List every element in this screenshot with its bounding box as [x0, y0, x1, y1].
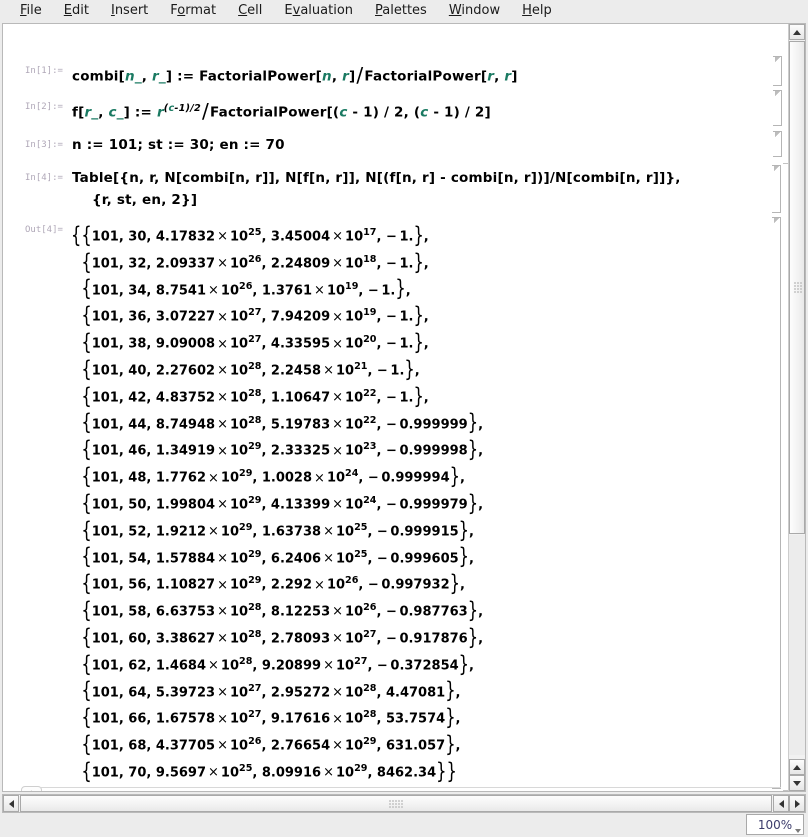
cell-bracket-in-2[interactable] — [773, 90, 782, 126]
scrollbar-grip-icon — [794, 281, 802, 294]
cell-bracket-in-4[interactable] — [772, 165, 781, 213]
cell-label-out-4: Out[4]= — [25, 225, 63, 235]
cell-in-3[interactable]: In[3]:= n := 101; st := 30; en := 70 — [3, 134, 789, 160]
menu-item-palettes[interactable]: Palettes — [364, 0, 438, 22]
output-row: {{101, 46, 1.34919×1029, 2.33325×1023, −… — [81, 436, 484, 463]
output-list: {{101, 30, 4.17832 × 1025, 3.45004 × 1017, −… — [71, 220, 484, 784]
output-row: {{101, 54, 1.57884×1029, 6.2406×1025, − … — [81, 543, 474, 570]
scroll-right-button[interactable] — [789, 795, 805, 812]
output-row: {{101, 30, 4.17832 × 1025, 3.45004 × 1017, −… — [71, 222, 429, 248]
vertical-scrollbar[interactable] — [788, 24, 805, 791]
output-row: {{101, 56, 1.10827×1029, 2.292×1026, − 0… — [81, 570, 465, 597]
output-row: {{101, 70, 9.5697×1025, 8.09916×1029, 84… — [81, 758, 457, 784]
menu-item-cell[interactable]: Cell — [227, 0, 273, 22]
chevron-down-icon[interactable] — [795, 829, 801, 833]
cell-label-in-2: In[2]:= — [25, 102, 63, 112]
cell-bracket-in-1[interactable] — [773, 56, 782, 86]
menu-item-edit[interactable]: Edit — [53, 0, 100, 22]
zoom-level-control[interactable]: 100% — [746, 814, 804, 835]
zoom-level-label: 100% — [757, 817, 793, 832]
output-row: {{101, 64, 5.39723×1027, 2.95272×1028, 4… — [81, 677, 461, 704]
triangle-up-icon — [793, 29, 801, 35]
cell-bracket-in-3[interactable] — [773, 131, 782, 157]
cell-out-4[interactable]: Out[4]= {{101, 30, 4.17832 × 1025, 3.45004… — [3, 220, 789, 790]
notebook-window: In[1]:= combi[n_, r_] := FactorialPower[… — [2, 23, 806, 792]
horizontal-scrollbar[interactable] — [2, 794, 806, 813]
vertical-scrollbar-thumb[interactable] — [789, 41, 805, 534]
cell-bracket-out-4[interactable] — [772, 217, 781, 789]
triangle-right-icon — [794, 799, 800, 808]
horizontal-scrollbar-thumb[interactable] — [20, 795, 772, 812]
output-row: {{101, 58, 6.63753×1028, 8.12253×1026, −… — [81, 597, 484, 623]
output-row: {{101, 36, 3.07227×1027, 7.94209×1019, −… — [81, 302, 429, 329]
output-row: {{101, 32, 2.09337×1026, 2.24809×1018, −… — [81, 248, 429, 275]
output-row: {{101, 38, 9.09008×1027, 4.33595×1020, −… — [81, 329, 429, 356]
scroll-left-button-right[interactable] — [773, 795, 789, 812]
horizontal-scrollbar-grip-icon — [389, 800, 403, 809]
output-row: {{101, 50, 1.99804×1029, 4.13399×1024, −… — [81, 490, 484, 516]
output-row: {{101, 60, 3.38627×1028, 2.78093×1027, −… — [81, 624, 484, 650]
cell-label-in-1: In[1]:= — [25, 66, 63, 76]
scroll-left-button[interactable] — [3, 795, 19, 812]
menu-item-format[interactable]: Format — [159, 0, 227, 22]
triangle-down-icon — [793, 780, 801, 786]
notebook-canvas[interactable]: In[1]:= combi[n_, r_] := FactorialPower[… — [3, 24, 789, 791]
triangle-left-icon — [8, 799, 14, 808]
output-row: {{101, 66, 1.67578×1027, 9.17616×1028, 5… — [81, 704, 461, 731]
scroll-up-button[interactable] — [789, 24, 805, 40]
menu-item-help[interactable]: Help — [511, 0, 563, 22]
menu-item-file[interactable]: File — [9, 0, 53, 22]
menu-item-evaluation[interactable]: Evaluation — [273, 0, 364, 22]
cell-content-in-1[interactable]: combi[n_, r_] := FactorialPower[n, r]/Fa… — [72, 63, 518, 87]
cell-content-in-4-line2[interactable]: {r, st, en, 2}] — [92, 192, 197, 208]
add-cell-icon[interactable]: + — [21, 786, 42, 791]
menu-item-insert[interactable]: Insert — [100, 0, 159, 22]
output-row: {{101, 62, 1.4684×1028, 9.20899×1027, − … — [81, 650, 474, 677]
cell-label-in-3: In[3]:= — [25, 140, 63, 150]
cell-in-1[interactable]: In[1]:= combi[n_, r_] := FactorialPower[… — [3, 60, 789, 88]
cell-in-2[interactable]: In[2]:= f[r_, c_] := r(c-1)/2/FactorialP… — [3, 94, 789, 126]
vertical-scrollbar-track[interactable] — [789, 535, 805, 755]
scroll-up-button-bottom[interactable] — [789, 759, 805, 775]
cell-content-in-4-line1[interactable]: Table[{n, r, N[combi[n, r]], N[f[n, r]],… — [72, 170, 681, 186]
mathematica-notebook-window: File Edit Insert Format Cell Evaluation Palett… — [0, 0, 808, 837]
new-cell-insertion-bar[interactable]: + — [21, 784, 781, 791]
menu-bar: File Edit Insert Format Cell Evaluation Palett… — [0, 0, 808, 22]
triangle-left-icon-right — [778, 799, 784, 808]
triangle-up-icon-bottom — [793, 764, 801, 770]
cell-in-4[interactable]: In[4]:= Table[{n, r, N[combi[n, r]], N[f… — [3, 167, 789, 215]
cell-content-in-3[interactable]: n := 101; st := 30; en := 70 — [72, 137, 285, 153]
menu-item-window[interactable]: Window — [438, 0, 511, 22]
output-row: {{101, 52, 1.9212×1029, 1.63738×1025, − … — [81, 516, 474, 543]
output-row: {{101, 48, 1.7762×1029, 1.0028×1024, − 0… — [81, 463, 465, 489]
output-row: {{101, 42, 4.83752×1028, 1.10647×1022, −… — [81, 382, 429, 409]
new-cell-line — [40, 787, 781, 788]
cell-content-in-2[interactable]: f[r_, c_] := r(c-1)/2/FactorialPower[(c … — [72, 99, 491, 123]
scroll-down-button[interactable] — [789, 775, 805, 791]
output-row: {{101, 68, 4.37705×1026, 2.76654×1029, 6… — [81, 731, 461, 757]
cell-label-in-4: In[4]:= — [25, 173, 63, 183]
